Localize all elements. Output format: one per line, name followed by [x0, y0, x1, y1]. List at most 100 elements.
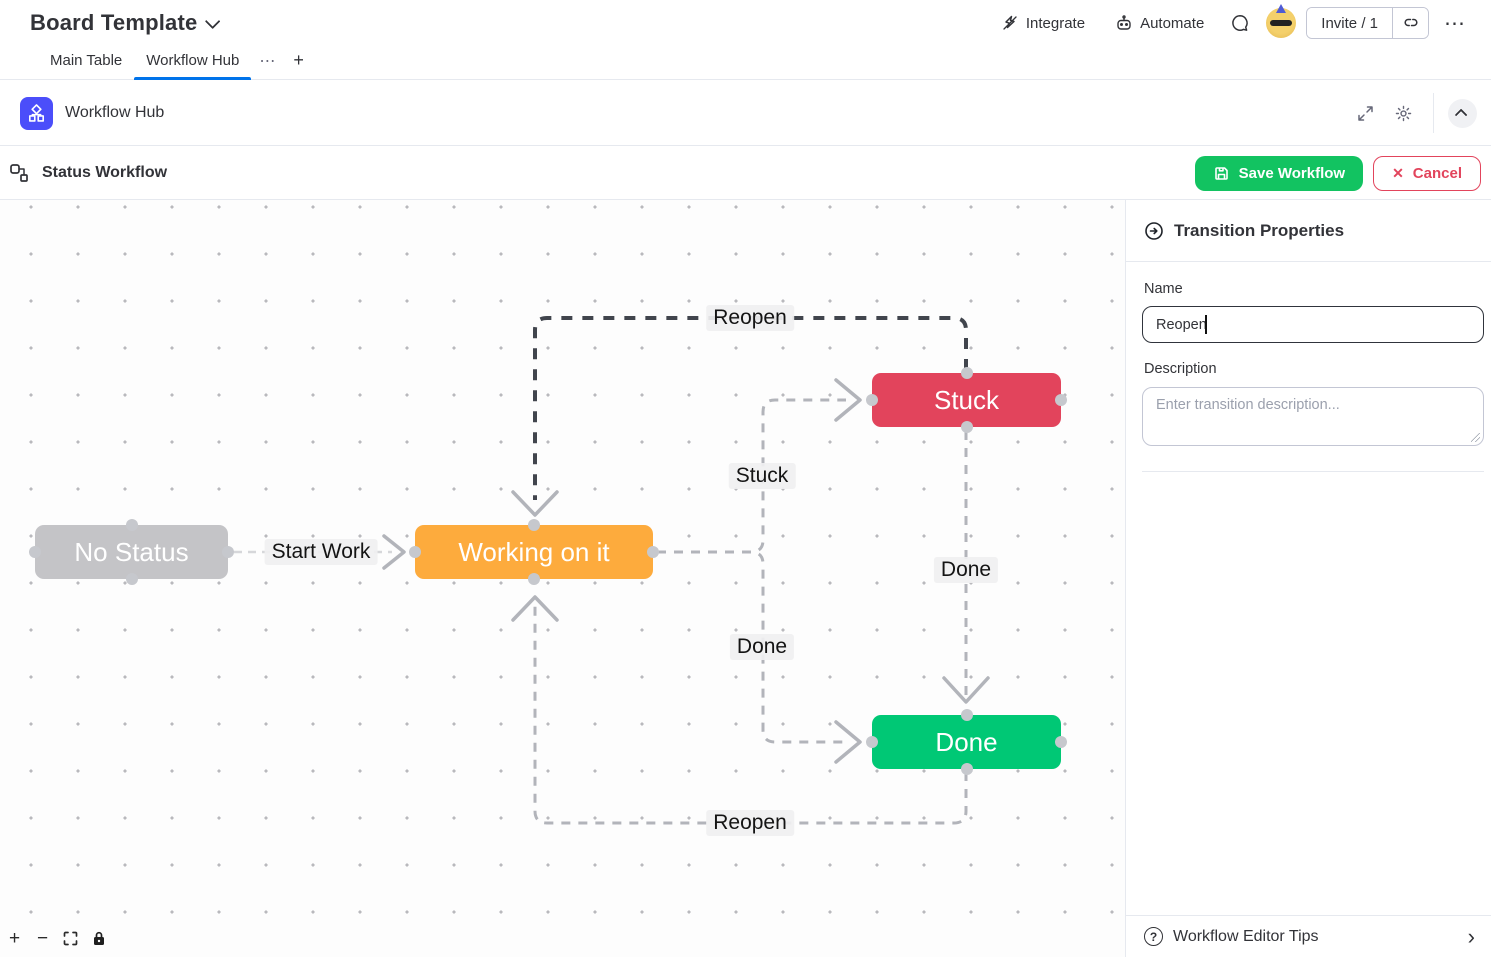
workflow-editor-app: Board Template Integrate Au [0, 0, 1491, 957]
node-handle[interactable] [647, 546, 659, 558]
cancel-label: Cancel [1413, 165, 1462, 182]
name-label: Name [1144, 281, 1183, 297]
add-view-button[interactable]: + [283, 48, 314, 79]
node-handle[interactable] [961, 709, 973, 721]
node-handle[interactable] [961, 421, 973, 433]
chevron-up-icon [1455, 108, 1468, 121]
fullscreen-button[interactable] [1349, 97, 1381, 129]
board-title-label: Board Template [30, 10, 197, 36]
node-stuck-label: Stuck [934, 385, 999, 416]
node-handle[interactable] [866, 394, 878, 406]
main-area: No Status Working on it Stuck [0, 200, 1491, 957]
node-handle[interactable] [409, 546, 421, 558]
chat-button[interactable] [1224, 7, 1256, 39]
widget-actions [1349, 93, 1477, 133]
board-title[interactable]: Board Template [30, 10, 216, 36]
widget-settings-button[interactable] [1387, 97, 1419, 129]
edge-label-stuck[interactable]: Stuck [729, 463, 796, 489]
ellipsis-icon: ⋯ [1444, 11, 1466, 36]
transition-name-input[interactable] [1142, 306, 1484, 343]
workflow-toolbar: Status Workflow Save Workflow ✕ Cancel [0, 147, 1491, 200]
zoom-out-icon: − [37, 928, 48, 950]
transition-description-textarea[interactable] [1142, 387, 1484, 446]
invite-group: Invite / 1 [1306, 7, 1429, 39]
fit-view-button[interactable] [60, 928, 81, 949]
description-label: Description [1144, 361, 1217, 377]
invite-label: Invite / 1 [1321, 15, 1378, 32]
edge-label-done-vertical[interactable]: Done [934, 557, 998, 583]
edge-label-reopen-bottom[interactable]: Reopen [706, 810, 794, 836]
node-done[interactable]: Done [872, 715, 1061, 769]
node-handle[interactable] [961, 763, 973, 775]
integrate-button[interactable]: Integrate [991, 8, 1095, 38]
cancel-button[interactable]: ✕ Cancel [1373, 156, 1481, 191]
question-icon: ? [1144, 927, 1163, 946]
canvas-controls: + − [4, 928, 109, 949]
avatar-glasses [1270, 20, 1292, 26]
node-handle[interactable] [961, 367, 973, 379]
arrowhead-start-work [384, 536, 404, 568]
tab-workflow-hub-label: Workflow Hub [146, 52, 239, 69]
section-divider [1142, 471, 1484, 472]
node-done-label: Done [935, 727, 997, 758]
panel-title: Transition Properties [1174, 221, 1344, 241]
tab-workflow-hub[interactable]: Workflow Hub [134, 46, 251, 79]
board-menu-button[interactable]: ⋯ [1439, 7, 1471, 39]
node-handle[interactable] [29, 546, 41, 558]
fit-view-icon [63, 931, 78, 946]
edge-label-start-work[interactable]: Start Work [265, 539, 378, 565]
edge-label-done-horizontal[interactable]: Done [730, 634, 794, 660]
node-handle[interactable] [866, 736, 878, 748]
zoom-in-button[interactable]: + [4, 928, 25, 949]
node-working-on-it[interactable]: Working on it [415, 525, 653, 579]
name-field-wrap [1142, 306, 1484, 343]
user-avatar[interactable] [1266, 8, 1296, 38]
zoom-out-button[interactable]: − [32, 928, 53, 949]
node-stuck[interactable]: Stuck [872, 373, 1061, 427]
node-handle[interactable] [1055, 394, 1067, 406]
avatar-hat [1276, 4, 1286, 13]
automate-icon [1115, 14, 1133, 32]
close-icon: ✕ [1392, 165, 1404, 182]
node-handle[interactable] [1055, 736, 1067, 748]
integrate-label: Integrate [1026, 15, 1085, 32]
toolbar-actions: Save Workflow ✕ Cancel [1195, 156, 1481, 191]
workflow-editor-tips[interactable]: ? Workflow Editor Tips › [1126, 915, 1491, 957]
automate-button[interactable]: Automate [1105, 8, 1214, 38]
save-icon [1213, 165, 1230, 182]
invite-button[interactable]: Invite / 1 [1307, 8, 1392, 38]
divider [1433, 93, 1434, 133]
workflow-hub-app-icon [20, 97, 53, 130]
question-glyph: ? [1150, 930, 1157, 944]
lock-icon [92, 931, 106, 946]
node-handle[interactable] [126, 573, 138, 585]
tab-main-table[interactable]: Main Table [38, 46, 134, 79]
collapse-widget-button[interactable] [1448, 99, 1477, 128]
text-cursor [1205, 315, 1207, 334]
node-no-status-label: No Status [74, 537, 188, 568]
tab-ellipsis-icon: ⋯ [259, 53, 275, 70]
plus-icon: + [293, 50, 304, 70]
workflow-canvas[interactable]: No Status Working on it Stuck [0, 200, 1125, 957]
top-header: Board Template Integrate Au [0, 0, 1491, 46]
transition-properties-panel: Transition Properties Name Description ?… [1125, 200, 1491, 957]
tab-options-button[interactable]: ⋯ [251, 47, 283, 79]
tips-label: Workflow Editor Tips [1173, 928, 1319, 946]
node-handle[interactable] [126, 519, 138, 531]
copy-link-button[interactable] [1392, 8, 1428, 38]
node-handle[interactable] [528, 519, 540, 531]
panel-header: Transition Properties [1126, 200, 1491, 262]
widget-header: Workflow Hub [0, 81, 1491, 146]
save-workflow-button[interactable]: Save Workflow [1195, 156, 1363, 191]
tab-main-table-label: Main Table [50, 52, 122, 69]
edge-label-reopen-top[interactable]: Reopen [706, 305, 794, 331]
node-no-status[interactable]: No Status [35, 525, 228, 579]
workflow-title: Status Workflow [42, 164, 167, 182]
automate-label: Automate [1140, 15, 1204, 32]
header-actions: Integrate Automate [991, 7, 1471, 39]
zoom-in-icon: + [9, 928, 20, 950]
lock-button[interactable] [88, 928, 109, 949]
node-handle[interactable] [528, 573, 540, 585]
node-handle[interactable] [222, 546, 234, 558]
node-working-on-it-label: Working on it [458, 537, 609, 568]
